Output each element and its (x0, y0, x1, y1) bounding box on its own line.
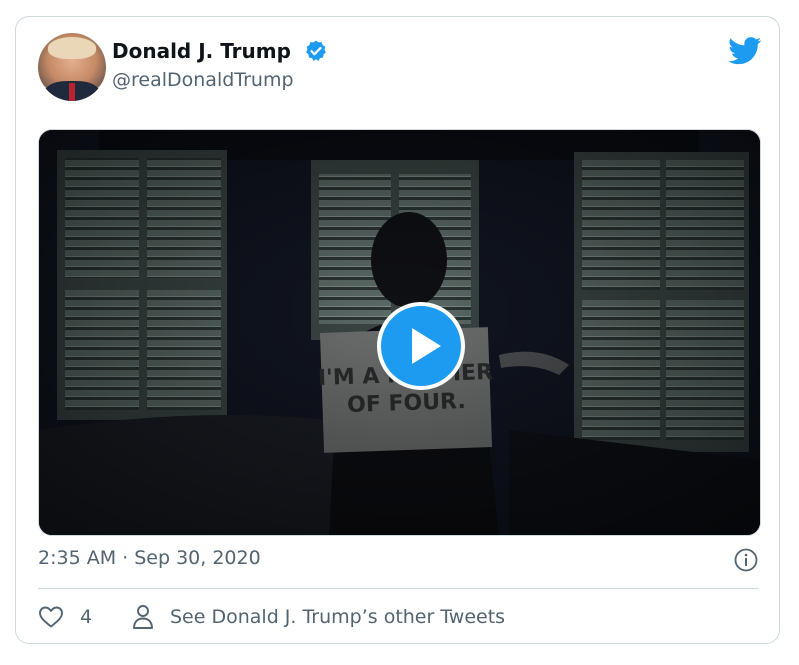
twitter-bird-icon[interactable] (728, 37, 762, 65)
avatar-tie (69, 83, 75, 101)
heart-icon (39, 606, 63, 628)
video-player[interactable]: I'M A MOTHER OF FOUR. (38, 129, 761, 536)
tweet-timestamp[interactable]: 2:35 AM · Sep 30, 2020 (38, 547, 261, 569)
like-count: 4 (80, 606, 93, 628)
verified-badge-icon (306, 40, 326, 61)
play-button[interactable] (377, 302, 465, 390)
like-button[interactable]: 4 (38, 603, 92, 631)
person-icon (133, 605, 153, 629)
play-icon (412, 328, 441, 364)
other-tweets-label: See Donald J. Trump’s other Tweets (170, 606, 506, 628)
avatar[interactable] (38, 33, 106, 101)
info-icon[interactable] (734, 548, 758, 572)
avatar-hair (48, 37, 96, 59)
author-handle[interactable]: @realDonaldTrump (112, 69, 294, 91)
other-tweets-link[interactable]: See Donald J. Trump’s other Tweets (132, 603, 505, 631)
divider (38, 588, 759, 589)
tweet-card[interactable]: Donald J. Trump @realDonaldTrump 2:35 AM… (15, 16, 780, 644)
author-name[interactable]: Donald J. Trump (112, 39, 291, 63)
